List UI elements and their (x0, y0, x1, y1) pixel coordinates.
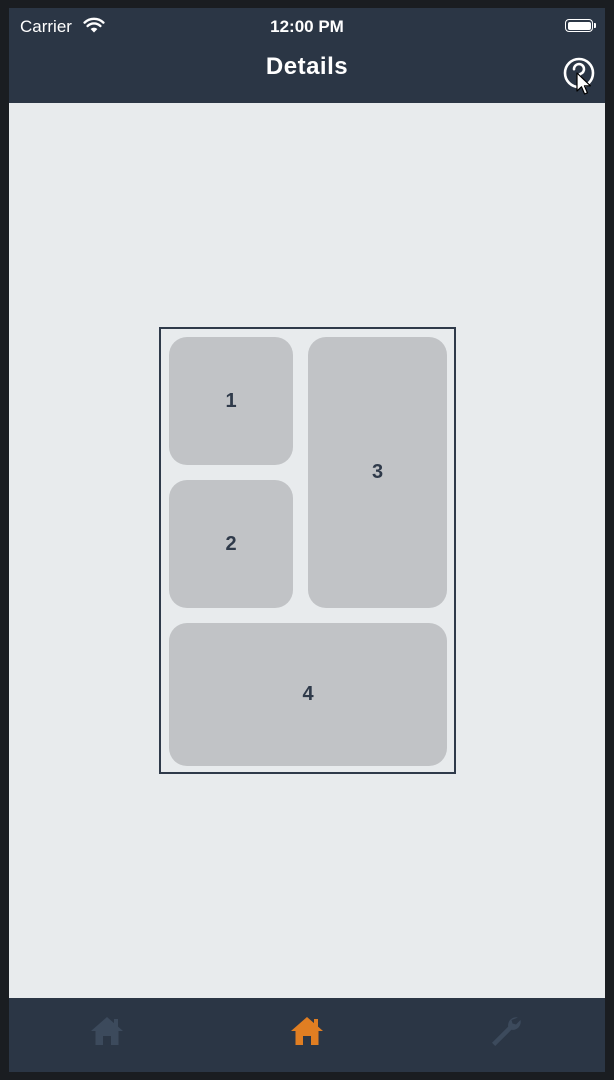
tab-tools[interactable] (475, 1006, 535, 1058)
tile-label: 3 (371, 461, 384, 483)
home-icon (91, 1017, 123, 1045)
mouse-cursor-icon (576, 72, 591, 95)
layout-tile-4[interactable]: 4 (169, 623, 447, 766)
device-frame: Carrier 12:00 PM Details 1 2 3 4 (0, 0, 614, 1080)
layout-tile-1[interactable]: 1 (169, 337, 293, 465)
app-screen: Carrier 12:00 PM Details 1 2 3 4 (9, 8, 605, 1072)
tab-bar (9, 998, 605, 1072)
layout-tile-2[interactable]: 2 (169, 480, 293, 608)
top-bar: Carrier 12:00 PM Details (9, 8, 605, 103)
tile-label: 4 (302, 683, 314, 705)
status-time: 12:00 PM (270, 17, 344, 36)
layout-tile-3[interactable]: 3 (308, 337, 447, 608)
status-bar: Carrier 12:00 PM (9, 8, 605, 44)
tab-home-active[interactable] (277, 1006, 337, 1058)
tab-home-inactive[interactable] (77, 1006, 137, 1058)
page-title: Details (265, 53, 349, 80)
wrench-icon (492, 1017, 521, 1046)
home-icon (291, 1017, 323, 1045)
tile-label: 2 (225, 532, 237, 555)
battery-icon (565, 19, 596, 32)
layout-diagram: 1 2 3 4 (159, 327, 456, 774)
tile-label: 1 (225, 389, 237, 412)
